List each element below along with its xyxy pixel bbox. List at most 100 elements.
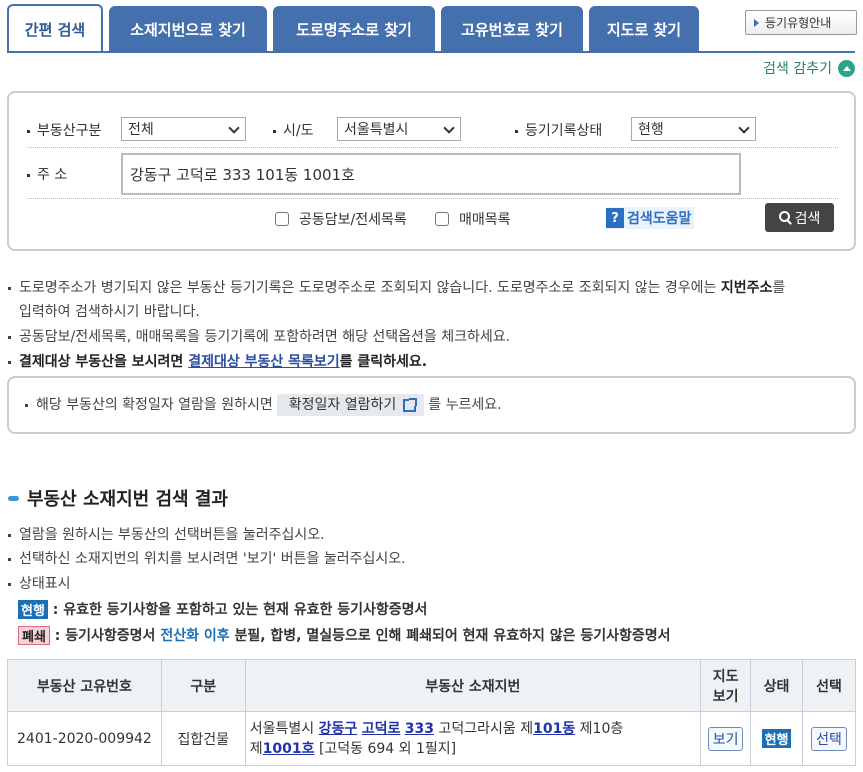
cell-status: 현행 (750, 711, 803, 766)
results-table: 부동산 고유번호 구분 부동산 소재지번 지도 보기 상태 선택 2401-202… (7, 659, 856, 766)
note-road-address-cont: 입력하여 검색하시기 바랍니다. (19, 301, 200, 323)
cell-select: 선택 (802, 711, 856, 766)
results-info-1: 열람을 원하시는 부동산의 선택버튼을 눌러주십시오. (8, 524, 325, 546)
confirm-date-view-button[interactable]: 확정일자 열람하기 (276, 394, 425, 416)
legend-emphasis: 전산화 이후 (160, 628, 230, 644)
search-help-label: 검색도움말 (627, 211, 692, 227)
legend-text: 분필, 합병, 멸실등으로 인해 폐쇄되어 현재 유효하지 않은 등기사항증명서 (234, 628, 671, 644)
guide-button-label: 등기유형안내 (765, 16, 832, 30)
addr-gu-link[interactable]: 강동구 (319, 721, 358, 737)
bullet (8, 335, 11, 339)
tab-lot-number[interactable]: 소재지번으로 찾기 (109, 6, 267, 52)
sido-select[interactable]: 서울특별시 (337, 117, 461, 141)
chevron-down-icon (228, 122, 240, 134)
tab-unique-number[interactable]: 고유번호로 찾기 (441, 6, 583, 52)
results-info-3: 상태표시 (8, 573, 71, 595)
search-help-button[interactable]: ? 검색도움말 (606, 207, 695, 229)
confirm-date-note: 해당 부동산의 확정일자 열람을 원하시면 확정일자 열람하기 를 누르세요. (25, 394, 502, 416)
table-row: 2401-2020-009942 집합건물 서울특별시 강동구 고덕로 333 … (7, 711, 856, 766)
addr-prefix: 제 (249, 740, 263, 757)
joint-collateral-label: 공동담보/전세목록 (299, 212, 407, 228)
search-form: 부동산구분 전체 시/도 서울특별시 등기기록상태 현행 주 소 강동구 고덕로… (7, 91, 856, 251)
record-status-select[interactable]: 현행 (631, 117, 756, 141)
chevron-down-icon (738, 122, 750, 134)
status-badge-current: 현행 (18, 599, 48, 619)
note-options: 공동담보/전세목록, 매매목록을 등기기록에 포함하려면 해당 선택옵션을 체크… (8, 326, 510, 348)
bullet (8, 533, 11, 537)
sale-list-checkbox[interactable]: 매매목록 (435, 209, 511, 229)
map-view-button[interactable]: 보기 (707, 726, 744, 751)
bullet (8, 582, 11, 586)
divider (27, 198, 838, 199)
note-text: 를 (772, 280, 786, 296)
joint-collateral-checkbox[interactable]: 공동담보/전세목록 (275, 209, 407, 229)
payment-list-link[interactable]: 결제대상 부동산 목록보기 (188, 354, 339, 370)
search-tabs: 간편 검색 소재지번으로 찾기 도로명주소로 찾기 고유번호로 찾기 지도로 찾… (7, 4, 855, 52)
sido-value: 서울특별시 (344, 122, 409, 138)
title-bar-icon (8, 495, 19, 501)
tab-road-address[interactable]: 도로명주소로 찾기 (273, 6, 435, 52)
note-text: 공동담보/전세목록, 매매목록을 등기기록에 포함하려면 해당 선택옵션을 체크… (19, 329, 511, 345)
legend-text: : 유효한 등기사항을 포함하고 있는 현재 유효한 등기사항증명서 (52, 602, 428, 618)
confirm-date-box: 해당 부동산의 확정일자 열람을 원하시면 확정일자 열람하기 를 누르세요. (7, 376, 856, 434)
results-title: 부동산 소재지번 검색 결과 (8, 485, 228, 511)
note-text: 결제대상 부동산을 보시려면 (19, 354, 184, 370)
results-info-2: 선택하신 소재지번의 위치를 보시려면 '보기' 버튼을 눌러주십시오. (8, 548, 406, 570)
address-label: 주 소 (27, 164, 67, 184)
note-text: 를 클릭하세요. (339, 354, 428, 370)
header-map-line2: 보기 (712, 688, 739, 705)
header-select: 선택 (802, 659, 856, 712)
status-badge: 현행 (761, 729, 792, 748)
search-button[interactable]: 검색 (765, 203, 834, 232)
header-map: 지도보기 (700, 659, 752, 712)
tab-map[interactable]: 지도로 찾기 (589, 6, 699, 52)
tabs-underline (7, 51, 855, 53)
bullet (8, 286, 11, 290)
results-title-text: 부동산 소재지번 검색 결과 (27, 489, 228, 510)
note-text: 를 누르세요. (428, 397, 502, 413)
sido-label: 시/도 (273, 120, 313, 140)
note-emphasis: 지번주소 (720, 280, 773, 296)
note-payment: 결제대상 부동산을 보시려면 결제대상 부동산 목록보기를 클릭하세요. (8, 351, 427, 373)
legend-closed: 폐쇄 : 등기사항증명서 전산화 이후 분필, 합병, 멸실등으로 인해 폐쇄되… (18, 625, 671, 645)
header-address: 부동산 소재지번 (244, 659, 702, 712)
note-text: 도로명주소가 병기되지 않은 부동산 등기기록은 도로명주소로 조회되지 않습니… (19, 280, 717, 296)
hide-search-toggle[interactable]: 검색 감추기 (763, 58, 855, 78)
chevron-up-icon (838, 59, 855, 77)
table-header-row: 부동산 고유번호 구분 부동산 소재지번 지도 보기 상태 선택 (7, 659, 856, 712)
addr-ho-link[interactable]: 1001호 (263, 741, 315, 757)
note-text: 열람을 원하시는 부동산의 선택버튼을 눌러주십시오. (19, 527, 325, 543)
header-map-line1: 지도 (712, 668, 739, 685)
registry-type-guide-button[interactable]: 등기유형안내 (745, 10, 857, 35)
checkbox-box (435, 212, 449, 226)
legend-text: : 등기사항증명서 (54, 628, 156, 644)
note-road-address: 도로명주소가 병기되지 않은 부동산 등기기록은 도로명주소로 조회되지 않습니… (8, 277, 785, 299)
triangle-right-icon (754, 18, 759, 27)
question-icon: ? (606, 208, 624, 228)
divider (27, 147, 838, 148)
address-input[interactable]: 강동구 고덕로 333 101동 1001호 (121, 153, 741, 195)
note-text: 상태표시 (19, 576, 71, 592)
bullet (8, 557, 11, 561)
select-button[interactable]: 선택 (811, 726, 847, 751)
record-status-value: 현행 (638, 122, 664, 138)
property-type-select[interactable]: 전체 (121, 117, 246, 141)
addr-number-link[interactable]: 333 (405, 721, 434, 737)
status-badge-closed: 폐쇄 (18, 625, 50, 645)
addr-building: 고덕그라시움 제 (438, 720, 534, 737)
header-status: 상태 (750, 659, 803, 712)
cell-map: 보기 (700, 711, 752, 766)
addr-city: 서울특별시 (249, 720, 315, 737)
checkbox-box (275, 212, 289, 226)
addr-dong-link[interactable]: 101동 (533, 721, 575, 737)
property-type-label: 부동산구분 (27, 120, 101, 140)
record-status-label: 등기기록상태 (515, 120, 602, 140)
cell-kind: 집합건물 (160, 711, 246, 766)
tab-simple-search[interactable]: 간편 검색 (7, 4, 103, 52)
addr-lot: [고덕동 694 외 1필지] (318, 740, 457, 757)
confirm-date-label: 확정일자 열람하기 (288, 397, 397, 413)
search-icon (778, 211, 792, 224)
external-link-icon (403, 397, 418, 412)
addr-road-link[interactable]: 고덕로 (362, 721, 401, 737)
addr-floor: 제10층 (579, 720, 624, 737)
